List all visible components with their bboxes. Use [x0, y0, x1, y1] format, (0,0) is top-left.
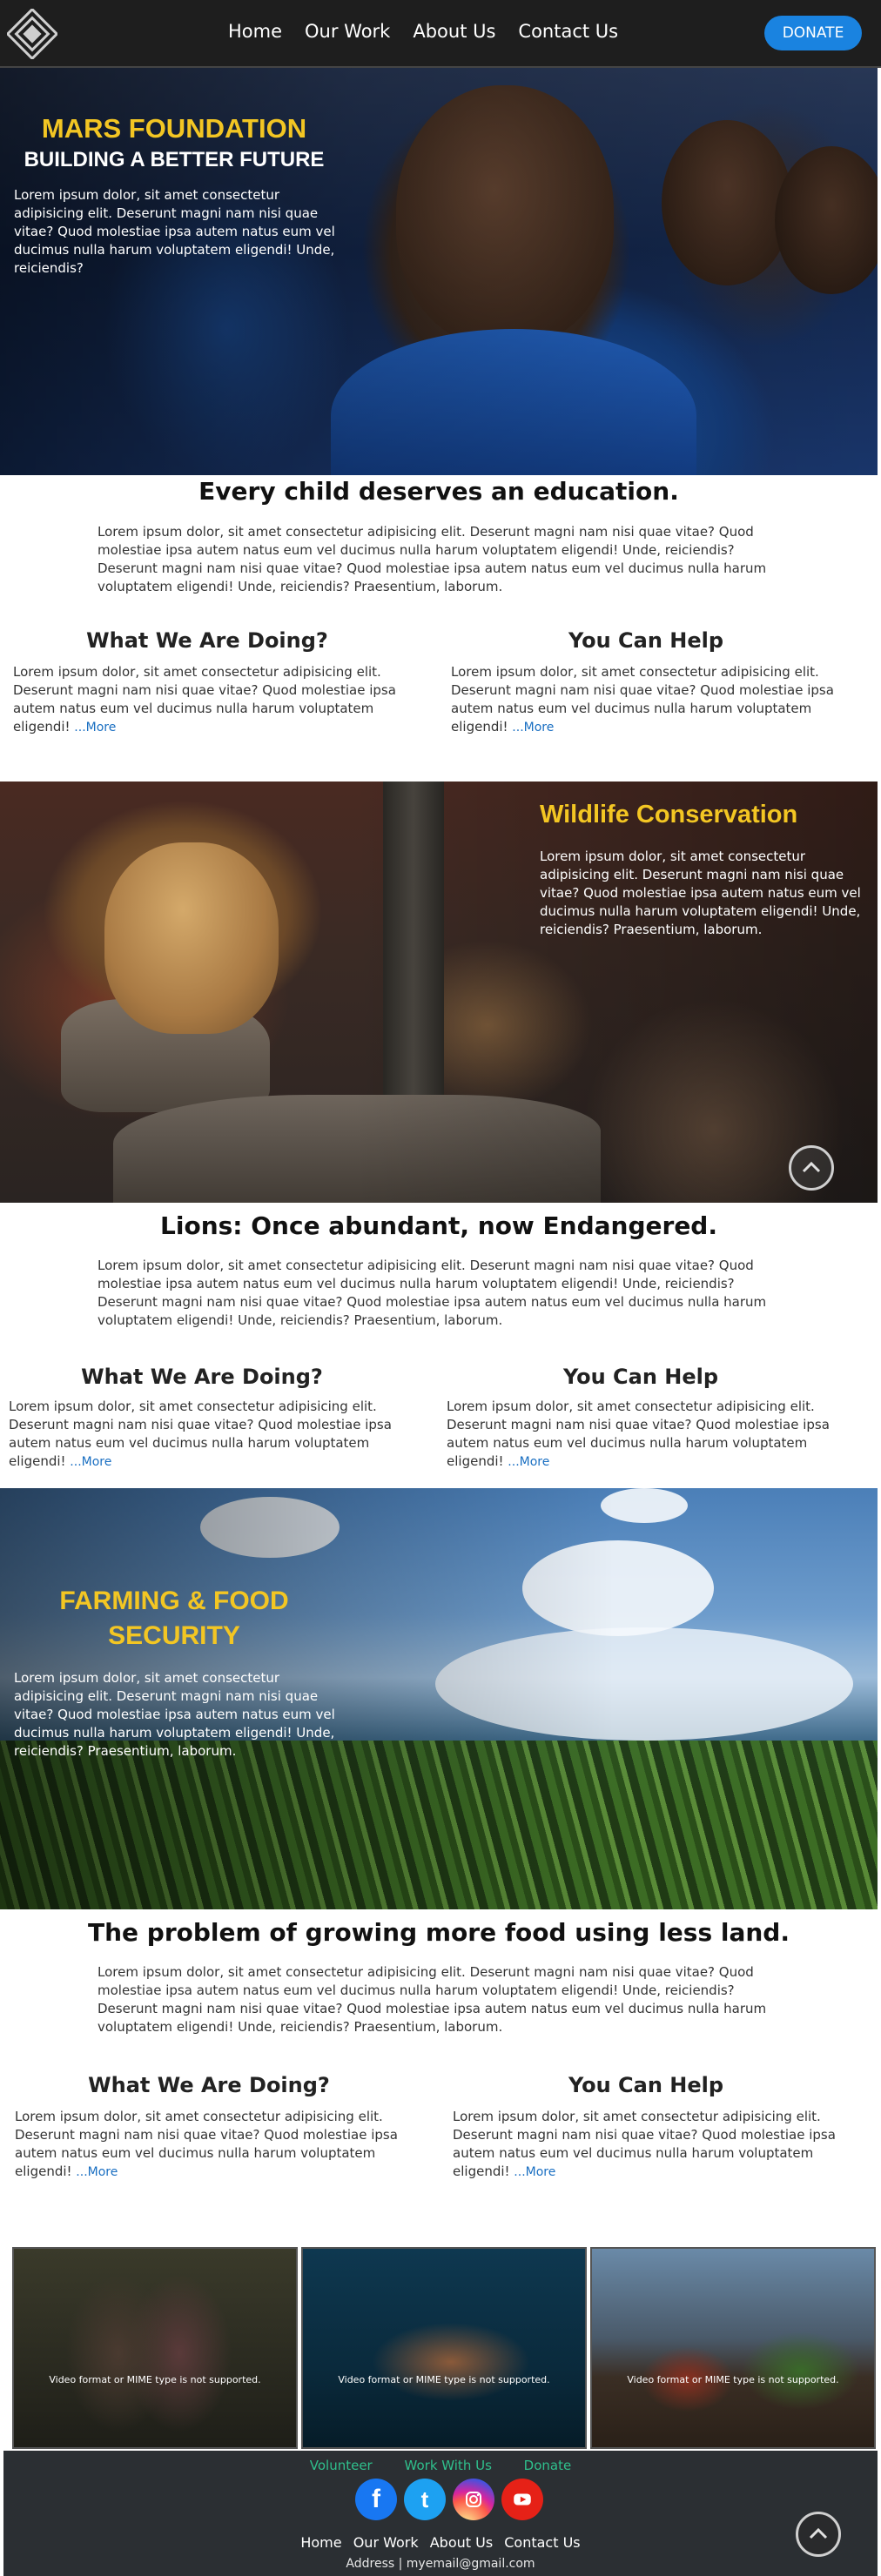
hero-title: MARS FOUNDATION: [41, 113, 307, 144]
instagram-icon[interactable]: [453, 2479, 494, 2520]
footer-about-us-link[interactable]: About Us: [430, 2534, 493, 2551]
what-we-are-doing-heading: What We Are Doing?: [81, 1365, 323, 1389]
more-link[interactable]: ...More: [512, 721, 554, 735]
you-can-help-text: Lorem ipsum dolor, sit amet consectetur …: [453, 2108, 836, 2182]
hero-wildlife: Wildlife Conservation Lorem ipsum dolor,…: [0, 782, 878, 1203]
hero-title: FARMING & FOOD SECURITY: [59, 1587, 289, 1650]
twitter-icon[interactable]: t: [404, 2479, 446, 2520]
section-heading: Lions: Once abundant, now Endangered.: [160, 1211, 717, 1240]
chevron-up-icon: [809, 2527, 828, 2539]
scroll-to-top-button[interactable]: [789, 1145, 834, 1191]
footer-contact-us-link[interactable]: Contact Us: [504, 2534, 580, 2551]
section-paragraph: Lorem ipsum dolor, sit amet consectetur …: [98, 1964, 767, 2035]
footer-donate-link[interactable]: Donate: [524, 2458, 572, 2473]
video-unsupported-message: Video format or MIME type is not support…: [627, 2374, 839, 2385]
hero-title: Wildlife Conservation: [540, 801, 798, 828]
you-can-help-text: Lorem ipsum dolor, sit amet consectetur …: [451, 663, 834, 737]
section-heading: The problem of growing more food using l…: [88, 1918, 790, 1947]
more-link[interactable]: ...More: [508, 1455, 549, 1469]
footer-our-work-link[interactable]: Our Work: [353, 2534, 419, 2551]
donate-button[interactable]: DONATE: [764, 16, 862, 50]
top-navbar: Home Our Work About Us Contact Us DONATE: [0, 0, 881, 68]
chevron-up-icon: [802, 1161, 821, 1173]
column-text: Lorem ipsum dolor, sit amet consectetur …: [13, 664, 396, 735]
column-text: Lorem ipsum dolor, sit amet consectetur …: [453, 2109, 836, 2179]
facebook-icon[interactable]: f: [355, 2479, 397, 2520]
video-player-turtle[interactable]: Video format or MIME type is not support…: [301, 2247, 587, 2449]
hero-subtitle: BUILDING A BETTER FUTURE: [24, 148, 325, 171]
hero-description: Lorem ipsum dolor, sit amet consectetur …: [14, 1670, 335, 1759]
nav-home-link[interactable]: Home: [228, 21, 282, 42]
hero-description: Lorem ipsum dolor, sit amet consectetur …: [540, 849, 861, 937]
video-unsupported-message: Video format or MIME type is not support…: [338, 2374, 550, 2385]
you-can-help-text: Lorem ipsum dolor, sit amet consectetur …: [447, 1398, 830, 1472]
footer-top-links: Volunteer Work With Us Donate: [3, 2458, 878, 2473]
footer-address: Address | myemail@gmail.com: [346, 2557, 535, 2571]
footer-nav: Home Our Work About Us Contact Us: [3, 2534, 878, 2551]
column-text: Lorem ipsum dolor, sit amet consectetur …: [447, 1399, 830, 1469]
column-text: Lorem ipsum dolor, sit amet consectetur …: [9, 1399, 392, 1469]
hero-education: MARS FOUNDATION BUILDING A BETTER FUTURE…: [0, 68, 878, 475]
you-can-help-heading: You Can Help: [562, 1365, 719, 1389]
video-poster: [303, 2249, 585, 2447]
logo-icon[interactable]: [5, 7, 59, 61]
column-text: Lorem ipsum dolor, sit amet consectetur …: [15, 2109, 398, 2179]
nav-our-work-link[interactable]: Our Work: [305, 21, 390, 42]
footer: Volunteer Work With Us Donate f t Home O…: [3, 2451, 878, 2576]
more-link[interactable]: ...More: [70, 1455, 111, 1469]
video-poster: [592, 2249, 874, 2447]
more-link[interactable]: ...More: [74, 721, 116, 735]
main-nav: Home Our Work About Us Contact Us: [228, 21, 641, 42]
video-player-tractor[interactable]: Video format or MIME type is not support…: [590, 2247, 876, 2449]
social-links: f t: [355, 2479, 543, 2520]
more-link[interactable]: ...More: [76, 2165, 118, 2179]
section-paragraph: Lorem ipsum dolor, sit amet consectetur …: [98, 1258, 767, 1328]
column-text: Lorem ipsum dolor, sit amet consectetur …: [451, 664, 834, 735]
youtube-icon[interactable]: [501, 2479, 543, 2520]
nav-contact-us-link[interactable]: Contact Us: [518, 21, 618, 42]
you-can-help-heading: You Can Help: [568, 628, 724, 653]
hero-description: Lorem ipsum dolor, sit amet consectetur …: [14, 187, 335, 276]
what-we-are-doing-text: Lorem ipsum dolor, sit amet consectetur …: [9, 1398, 392, 1472]
what-we-are-doing-text: Lorem ipsum dolor, sit amet consectetur …: [13, 663, 396, 737]
what-we-are-doing-heading: What We Are Doing?: [88, 2073, 330, 2097]
video-player-children[interactable]: Video format or MIME type is not support…: [12, 2247, 298, 2449]
you-can-help-heading: You Can Help: [568, 2073, 724, 2097]
scroll-to-top-button[interactable]: [796, 2512, 841, 2557]
hero-farming: FARMING & FOOD SECURITY Lorem ipsum dolo…: [0, 1488, 878, 1909]
hero-overlay: [0, 782, 878, 1203]
video-unsupported-message: Video format or MIME type is not support…: [49, 2374, 261, 2385]
more-link[interactable]: ...More: [514, 2165, 555, 2179]
section-paragraph: Lorem ipsum dolor, sit amet consectetur …: [98, 524, 767, 594]
footer-home-link[interactable]: Home: [300, 2534, 341, 2551]
footer-work-with-us-link[interactable]: Work With Us: [405, 2458, 492, 2473]
video-poster: [14, 2249, 296, 2447]
what-we-are-doing-heading: What We Are Doing?: [86, 628, 328, 653]
nav-about-us-link[interactable]: About Us: [413, 21, 495, 42]
section-heading: Every child deserves an education.: [198, 477, 679, 506]
footer-volunteer-link[interactable]: Volunteer: [310, 2458, 373, 2473]
what-we-are-doing-text: Lorem ipsum dolor, sit amet consectetur …: [15, 2108, 398, 2182]
